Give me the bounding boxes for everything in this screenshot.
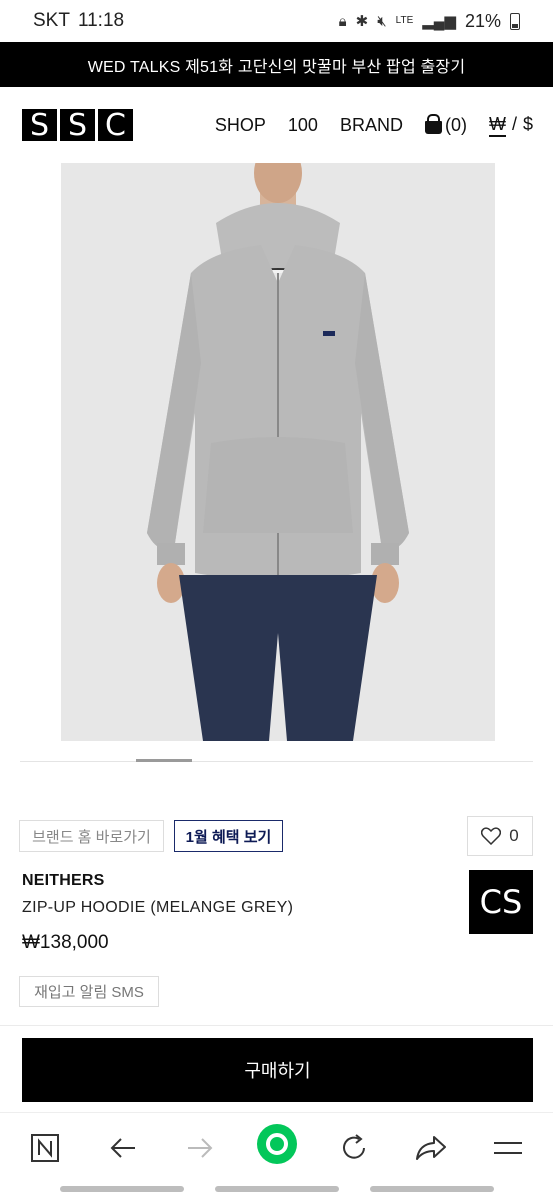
hoodie-model-photo (61, 163, 495, 741)
product-image[interactable] (61, 163, 495, 741)
gesture-bar-center (215, 1186, 339, 1192)
carrier-label: SKT (33, 10, 70, 31)
product-brand[interactable]: NEITHERS (22, 872, 105, 890)
home-green-icon[interactable] (257, 1124, 297, 1164)
battery-percent: 21% (464, 10, 501, 31)
product-title: ZIP-UP HOODIE (MELANGE GREY) (22, 899, 294, 916)
signal-icon: ▂▄▆ (422, 13, 456, 30)
product-price: ₩138,000 (22, 932, 109, 953)
mute-icon: 🔇︎ (377, 12, 387, 30)
logo-letter: S (60, 108, 95, 143)
site-header: S S C SHOP 100 BRAND (0) ₩ / $ (0, 87, 553, 163)
main-nav: SHOP 100 BRAND (0) ₩ / $ (215, 114, 533, 137)
wishlist-count: 0 (509, 826, 519, 845)
cs-badge[interactable]: CS (469, 870, 533, 934)
cart-button[interactable]: (0) (424, 114, 467, 136)
nav-100[interactable]: 100 (288, 115, 318, 136)
monthly-benefit-button[interactable]: 1월 혜택 보기 (174, 820, 283, 852)
brand-home-button[interactable]: 브랜드 홈 바로가기 (19, 820, 164, 852)
refresh-icon[interactable] (334, 1131, 374, 1165)
currency-dollar[interactable]: $ (523, 114, 533, 137)
ssc-logo[interactable]: S S C (22, 108, 133, 143)
currency-won[interactable]: ₩ (488, 114, 506, 137)
nav-brand[interactable]: BRAND (340, 115, 403, 136)
shopping-bag-icon (424, 114, 442, 134)
cart-count: (0) (444, 115, 467, 135)
forward-arrow-icon[interactable] (180, 1131, 220, 1165)
announcement-banner[interactable]: WED TALKS 제51화 고단신의 맛꿀마 부산 팝업 출장기 (0, 42, 553, 87)
logo-letter: C (98, 108, 133, 143)
buy-button[interactable]: 구매하기 (22, 1038, 533, 1102)
nav-shop[interactable]: SHOP (215, 115, 266, 136)
gesture-bar-right (370, 1186, 494, 1192)
currency-separator: / (511, 114, 517, 134)
image-slider-indicator (136, 759, 192, 762)
bluetooth-icon: ✱ (355, 13, 369, 30)
wishlist-button[interactable]: 0 (467, 816, 533, 856)
network-type: LTE (395, 15, 414, 26)
naver-n-icon[interactable] (25, 1131, 65, 1165)
heart-icon (481, 827, 502, 845)
menu-icon[interactable] (488, 1131, 528, 1165)
back-arrow-icon[interactable] (103, 1131, 143, 1165)
share-icon[interactable] (411, 1131, 451, 1165)
image-slider-track (20, 761, 533, 762)
clock: 11:18 (77, 10, 125, 31)
gesture-bar-left (60, 1186, 184, 1192)
currency-switch: ₩ / $ (488, 114, 533, 137)
restock-sms-button[interactable]: 재입고 알림 SMS (19, 976, 159, 1007)
battery-icon (510, 12, 520, 30)
logo-letter: S (22, 108, 57, 143)
status-bar: SKT 11:18 🔒︎ ✱ 🔇︎ LTE ▂▄▆ 21% (0, 0, 553, 42)
lock-icon: 🔒︎ (338, 12, 347, 30)
divider (0, 1025, 553, 1026)
